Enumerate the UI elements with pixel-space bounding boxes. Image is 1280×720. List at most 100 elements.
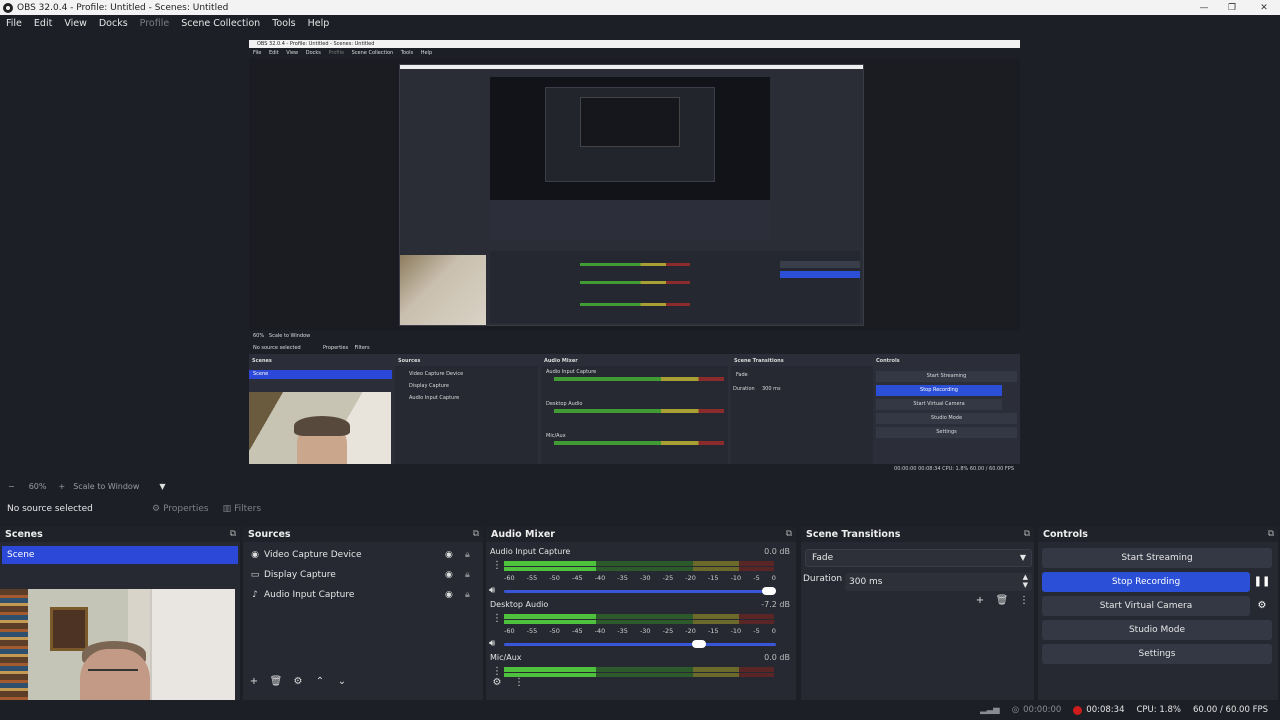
scale-mode[interactable]: Scale to Window <box>73 482 139 491</box>
volume-slider[interactable] <box>504 587 776 595</box>
channel-name: Audio Input Capture <box>490 547 571 556</box>
menu-edit[interactable]: Edit <box>28 18 58 29</box>
undock-icon[interactable]: ⧉ <box>1024 527 1030 542</box>
scene-list-item[interactable]: Scene <box>2 546 238 564</box>
menu-tools[interactable]: Tools <box>266 18 301 29</box>
signal-icon: ▂▃▅ <box>980 705 1000 715</box>
nested-zoom-bar: 60% Scale to Window <box>249 330 1020 342</box>
lock-icon[interactable]: 🔒︎ <box>465 590 470 600</box>
source-properties-icon[interactable]: ⚙ <box>287 676 309 687</box>
volume-slider-handle[interactable] <box>692 640 706 648</box>
mixer-toolbar: ⚙ ⋮ <box>486 677 530 688</box>
filters-button[interactable]: ▥ Filters <box>218 499 267 519</box>
chevron-down-icon: ▼ <box>1019 553 1026 562</box>
duration-spinbox[interactable]: 300 ms ▲ ▼ <box>845 573 1032 591</box>
picture-frame <box>50 607 88 651</box>
cpu-usage: CPU: 1.8% <box>1136 705 1181 715</box>
move-up-icon[interactable]: ⌃ <box>309 676 331 687</box>
zoom-in-button[interactable]: + <box>58 482 65 491</box>
mixer-menu-icon[interactable]: ⋮ <box>508 677 530 688</box>
record-dot-icon <box>1073 705 1083 715</box>
meter-level-right <box>504 620 596 624</box>
add-transition-icon[interactable]: + <box>969 595 991 606</box>
menu-docks[interactable]: Docks <box>93 18 134 29</box>
zoom-out-button[interactable]: − <box>8 482 15 491</box>
nested-scale: Scale to Window <box>268 333 311 339</box>
nested-stop-recording: Stop Recording <box>876 385 1002 396</box>
monitor-icon: ▭ <box>250 570 260 580</box>
nested-controls-header: Controls <box>876 358 900 364</box>
menu-file[interactable]: File <box>0 18 28 29</box>
channel-menu-icon[interactable]: ⋮ <box>492 613 502 624</box>
virtual-camera-settings-icon[interactable]: ⚙ <box>1252 596 1272 616</box>
scale-tick: 0 <box>771 574 776 582</box>
scene-transitions-dock: Scene Transitions ⧉ Fade ▼ Duration 300 m… <box>801 527 1034 700</box>
lock-icon[interactable]: 🔒︎ <box>465 550 470 560</box>
channel-menu-icon[interactable]: ⋮ <box>492 560 502 571</box>
filter-icon: ▥ <box>222 504 232 514</box>
recursive-frame-inner <box>580 97 680 147</box>
source-item[interactable]: ♪ Audio Input Capture ◉ 🔒︎ <box>243 585 478 605</box>
menu-profile[interactable]: Profile <box>134 18 176 29</box>
move-down-icon[interactable]: ⌄ <box>331 676 353 687</box>
undock-icon[interactable]: ⧉ <box>786 527 792 542</box>
remove-source-icon[interactable]: 🗑︎ <box>265 676 287 687</box>
pause-recording-icon[interactable]: ❚❚ <box>1252 572 1272 592</box>
scale-tick: -20 <box>685 627 696 635</box>
source-item[interactable]: ▭ Display Capture ◉ 🔒︎ <box>243 565 478 585</box>
remove-transition-icon[interactable]: 🗑︎ <box>991 595 1013 606</box>
studio-mode-button[interactable]: Studio Mode <box>1042 620 1272 640</box>
undock-icon[interactable]: ⧉ <box>230 527 236 542</box>
speaker-icon[interactable]: 🔊︎ <box>489 638 495 649</box>
channel-menu-icon[interactable]: ⋮ <box>492 666 502 677</box>
speaker-icon[interactable]: 🔊︎ <box>489 585 495 596</box>
eye-icon[interactable]: ◉ <box>445 570 453 580</box>
scale-tick: -60 <box>504 574 515 582</box>
camera-icon: ◉ <box>251 550 259 560</box>
spin-arrows-icon[interactable]: ▲ ▼ <box>1023 573 1028 589</box>
recursive-button <box>780 261 860 268</box>
duration-value: 300 ms <box>849 577 883 587</box>
add-source-icon[interactable]: + <box>243 676 265 687</box>
nested-meter <box>554 377 724 381</box>
menu-bar: File Edit View Docks Profile Scene Colle… <box>0 15 1280 32</box>
nested-scenes-header: Scenes <box>252 358 272 364</box>
stop-recording-button[interactable]: Stop Recording <box>1042 572 1250 592</box>
lock-icon[interactable]: 🔒︎ <box>465 570 470 580</box>
nested-menu-item: Profile <box>328 50 345 56</box>
source-item[interactable]: ◉ Video Capture Device ◉ 🔒︎ <box>243 545 478 565</box>
nested-title-bar: OBS 32.0.4 - Profile: Untitled - Scenes:… <box>249 40 1020 48</box>
advanced-audio-icon[interactable]: ⚙ <box>486 677 508 688</box>
nested-start-virtual-camera: Start Virtual Camera <box>876 399 1002 410</box>
undock-icon[interactable]: ⧉ <box>1268 527 1274 542</box>
fps-readout: 60.00 / 60.00 FPS <box>1192 705 1268 715</box>
nested-status-bar: 00:00:00 00:08:34 CPU: 1.8% 60.00 / 60.0… <box>249 464 1020 474</box>
eye-icon[interactable]: ◉ <box>445 590 453 600</box>
zoom-bar: − 60% + Scale to Window ▼ <box>0 478 1280 494</box>
nested-mixer-dock <box>541 366 728 466</box>
start-virtual-camera-button[interactable]: Start Virtual Camera <box>1042 596 1250 616</box>
volume-slider[interactable] <box>504 640 776 648</box>
recursive-docks <box>490 200 770 240</box>
transition-select[interactable]: Fade ▼ <box>805 549 1032 567</box>
stream-time: 00:00:00 <box>1023 705 1062 715</box>
record-time: 00:08:34 <box>1086 705 1125 715</box>
scale-tick: -5 <box>753 574 760 582</box>
menu-help[interactable]: Help <box>302 18 336 29</box>
start-streaming-button[interactable]: Start Streaming <box>1042 548 1272 568</box>
scale-tick: -55 <box>526 574 538 582</box>
scale-tick: -25 <box>662 627 674 635</box>
close-button[interactable]: ✕ <box>1248 0 1280 15</box>
properties-button[interactable]: ⚙ Properties <box>147 499 214 519</box>
undock-icon[interactable]: ⧉ <box>473 527 479 542</box>
settings-button[interactable]: Settings <box>1042 644 1272 664</box>
scale-mode-dropdown-icon[interactable]: ▼ <box>159 482 165 491</box>
gear-icon: ⚙ <box>152 504 161 514</box>
nested-channel-name: Desktop Audio <box>546 401 583 407</box>
menu-scene-collection[interactable]: Scene Collection <box>175 18 266 29</box>
menu-view[interactable]: View <box>58 18 93 29</box>
restore-button[interactable]: ❐ <box>1216 0 1248 15</box>
transition-menu-icon[interactable]: ⋮ <box>1013 595 1035 606</box>
eye-icon[interactable]: ◉ <box>445 550 453 560</box>
volume-slider-handle[interactable] <box>762 587 776 595</box>
